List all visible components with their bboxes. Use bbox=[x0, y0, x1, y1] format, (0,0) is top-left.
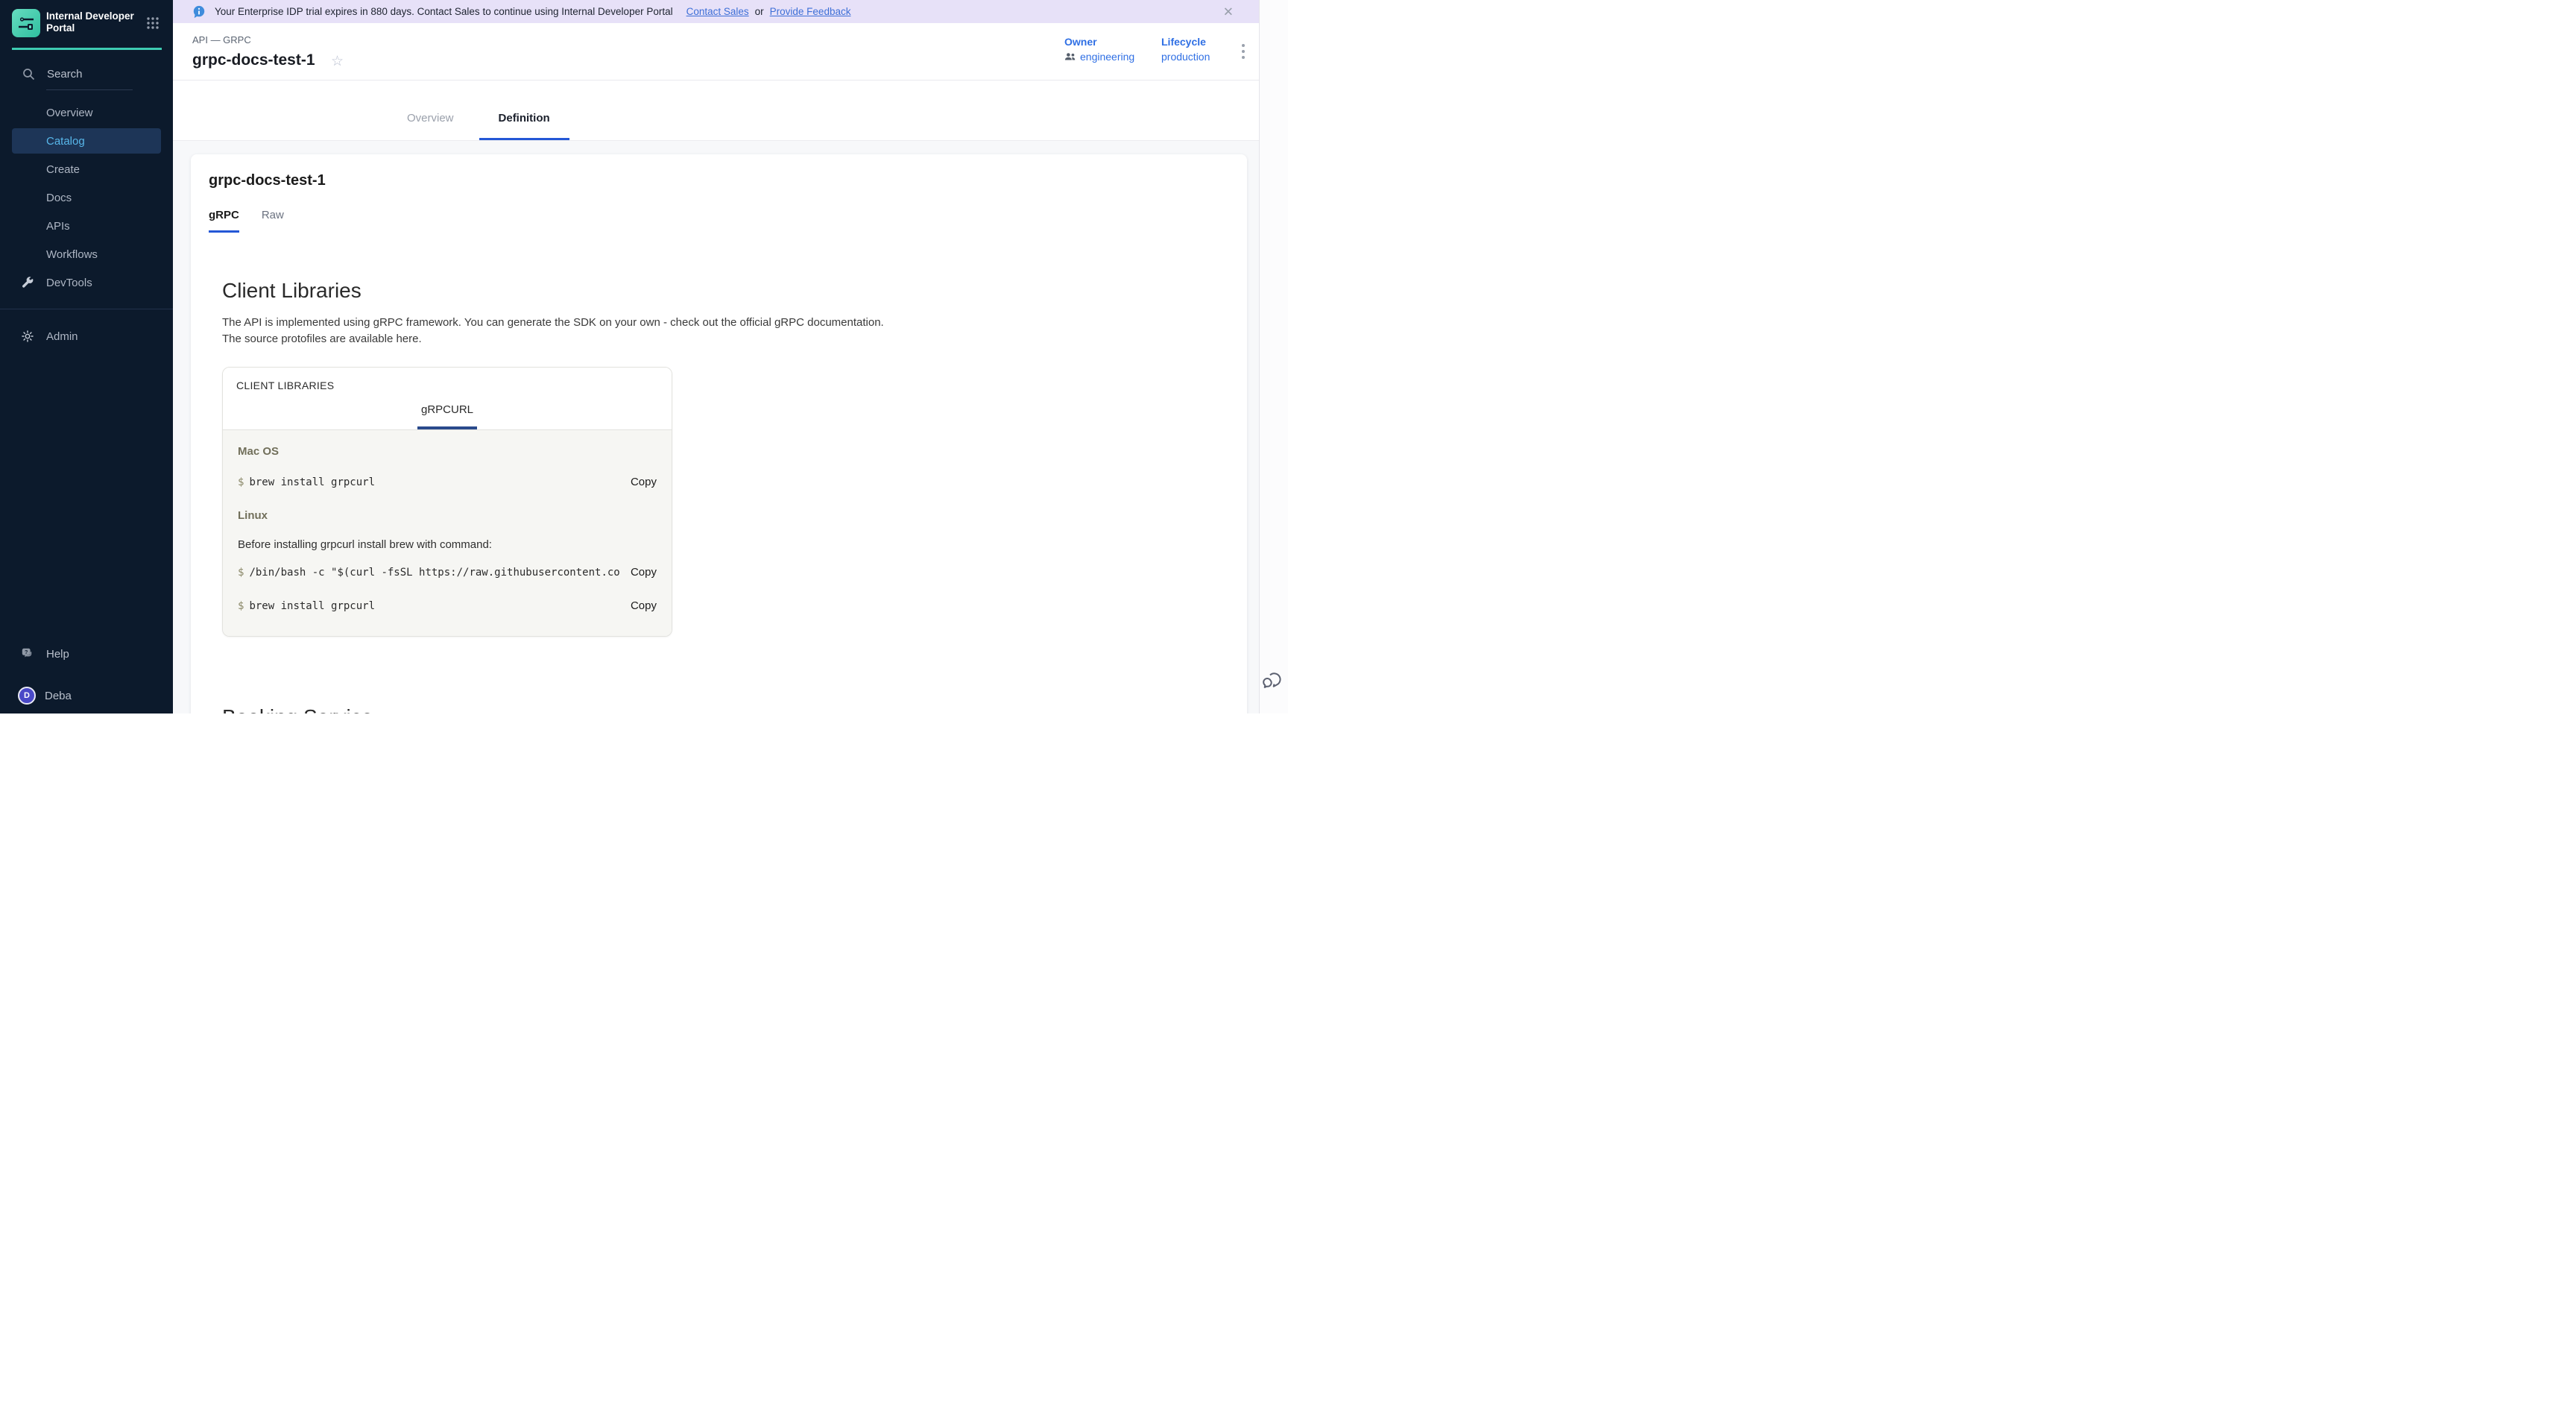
panel-label: CLIENT LIBRARIES bbox=[236, 379, 334, 391]
panel-header: CLIENT LIBRARIES gRPCURL bbox=[223, 368, 672, 430]
client-libraries-heading: Client Libraries bbox=[222, 279, 1229, 303]
group-icon bbox=[1064, 52, 1076, 61]
copy-button[interactable]: Copy bbox=[631, 566, 657, 579]
owner-meta: Owner engineering bbox=[1064, 36, 1134, 63]
sidebar-search[interactable]: Search bbox=[0, 64, 173, 84]
help-chat-icon: ? bbox=[21, 647, 34, 661]
tab-raw[interactable]: Raw bbox=[262, 209, 284, 233]
shell-prompt: $ bbox=[238, 600, 244, 612]
sidebar-item-apis[interactable]: APIs bbox=[0, 212, 173, 240]
sidebar-accent-rule bbox=[12, 48, 162, 50]
gear-icon bbox=[21, 330, 34, 343]
grpcurl-tab-underline bbox=[417, 426, 477, 429]
tab-grpc[interactable]: gRPC bbox=[209, 209, 239, 233]
provide-feedback-link[interactable]: Provide Feedback bbox=[770, 6, 851, 17]
user-avatar[interactable]: D bbox=[18, 687, 36, 705]
command-text: brew install grpcurl bbox=[249, 476, 620, 488]
entity-header: API — GRPC grpc-docs-test-1 ☆ Owner engi… bbox=[173, 23, 1259, 81]
more-options-kebab-icon[interactable] bbox=[1242, 44, 1245, 59]
trial-banner: Your Enterprise IDP trial expires in 880… bbox=[173, 0, 1259, 23]
definition-card-title: grpc-docs-test-1 bbox=[209, 172, 1229, 189]
user-name: Deba bbox=[45, 690, 72, 702]
svg-text:?: ? bbox=[25, 649, 28, 655]
close-icon[interactable]: ✕ bbox=[1223, 5, 1234, 18]
right-rail bbox=[1259, 0, 1288, 714]
client-libraries-section: Client Libraries The API is implemented … bbox=[222, 279, 1229, 714]
macos-heading: Mac OS bbox=[238, 445, 657, 458]
tab-grpcurl[interactable]: gRPCURL bbox=[223, 403, 672, 416]
command-text: brew install grpcurl bbox=[249, 600, 620, 612]
favorite-star-icon[interactable]: ☆ bbox=[331, 53, 344, 70]
definition-content: grpc-docs-test-1 gRPC Raw Client Librari… bbox=[173, 140, 1259, 714]
contact-sales-link[interactable]: Contact Sales bbox=[686, 6, 749, 17]
app-title: Internal Developer Portal bbox=[46, 10, 134, 34]
command-row: $ /bin/bash -c "$(curl -fsSL https://raw… bbox=[238, 566, 657, 579]
banner-or-text: or bbox=[755, 6, 764, 17]
owner-value[interactable]: engineering bbox=[1064, 51, 1134, 63]
sidebar-item-devtools[interactable]: DevTools bbox=[0, 268, 173, 297]
sidebar-item-help[interactable]: ? Help bbox=[0, 643, 173, 665]
command-text: /bin/bash -c "$(curl -fsSL https://raw.g… bbox=[249, 567, 620, 579]
sidebar-user[interactable]: D Deba bbox=[0, 684, 173, 707]
definition-card: grpc-docs-test-1 gRPC Raw Client Librari… bbox=[191, 154, 1247, 714]
info-icon bbox=[192, 5, 206, 19]
shell-prompt: $ bbox=[238, 476, 244, 488]
panel-body: Mac OS $ brew install grpcurl Copy Linux… bbox=[223, 430, 672, 636]
entity-tabs: Overview Definition bbox=[173, 81, 1259, 140]
sidebar-item-overview[interactable]: Overview bbox=[0, 98, 173, 127]
sidebar-item-catalog[interactable]: Catalog bbox=[12, 128, 161, 154]
feedback-chat-icon[interactable] bbox=[1261, 670, 1284, 693]
client-libraries-panel: CLIENT LIBRARIES gRPCURL Mac OS $ brew i… bbox=[222, 367, 672, 637]
sidebar-header: Internal Developer Portal bbox=[0, 0, 173, 46]
command-row: $ brew install grpcurl Copy bbox=[238, 476, 657, 488]
owner-label: Owner bbox=[1064, 36, 1134, 48]
app-logo-icon[interactable] bbox=[12, 9, 40, 37]
shell-prompt: $ bbox=[238, 567, 244, 579]
sidebar: Internal Developer Portal Search Overvie… bbox=[0, 0, 173, 714]
search-divider bbox=[46, 89, 133, 90]
sidebar-item-admin[interactable]: Admin bbox=[0, 322, 173, 350]
linux-heading: Linux bbox=[238, 509, 657, 522]
command-row: $ brew install grpcurl Copy bbox=[238, 599, 657, 612]
copy-button[interactable]: Copy bbox=[631, 476, 657, 488]
booking-service-heading: Booking Service bbox=[222, 705, 1229, 714]
lifecycle-value: production bbox=[1161, 51, 1210, 63]
search-label: Search bbox=[47, 68, 83, 81]
tab-definition[interactable]: Definition bbox=[479, 112, 569, 140]
sidebar-nav: Overview Catalog Create Docs APIs Workfl… bbox=[0, 98, 173, 297]
copy-button[interactable]: Copy bbox=[631, 599, 657, 612]
sidebar-item-create[interactable]: Create bbox=[0, 155, 173, 183]
breadcrumb[interactable]: API — GRPC bbox=[192, 34, 251, 45]
tab-overview[interactable]: Overview bbox=[388, 112, 473, 140]
sidebar-item-docs[interactable]: Docs bbox=[0, 183, 173, 212]
client-libraries-description: The API is implemented using gRPC framew… bbox=[222, 315, 1229, 347]
page-title: grpc-docs-test-1 bbox=[192, 51, 315, 69]
linux-note: Before installing grpcurl install brew w… bbox=[238, 538, 657, 551]
banner-message: Your Enterprise IDP trial expires in 880… bbox=[215, 6, 673, 17]
sidebar-item-workflows[interactable]: Workflows bbox=[0, 240, 173, 268]
apps-grid-icon[interactable] bbox=[146, 16, 160, 30]
definition-format-tabs: gRPC Raw bbox=[209, 209, 1229, 233]
lifecycle-label: Lifecycle bbox=[1161, 36, 1210, 48]
search-icon bbox=[22, 68, 35, 81]
wrench-icon bbox=[21, 277, 34, 289]
lifecycle-meta: Lifecycle production bbox=[1161, 36, 1210, 63]
